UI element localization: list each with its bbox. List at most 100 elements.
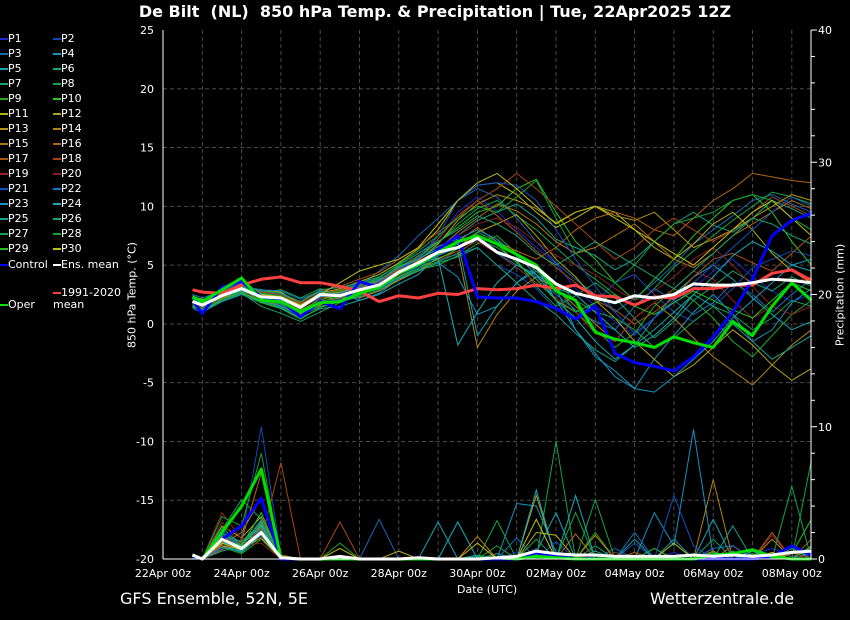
legend-label: P15 <box>8 137 29 150</box>
legend-item-p8: P8 <box>53 78 75 90</box>
legend-item-p12: P12 <box>53 108 82 120</box>
legend-label: P26 <box>61 212 82 225</box>
precip-line-p14 <box>192 479 812 560</box>
legend-swatch <box>0 38 8 40</box>
legend-swatch <box>0 203 8 205</box>
legend-item-p29: P29 <box>0 243 29 255</box>
y-tick-label-left: 25 <box>140 24 154 37</box>
legend-swatch <box>53 128 61 130</box>
legend-label: P16 <box>61 137 82 150</box>
y-tick-label-left: 20 <box>140 83 154 96</box>
precip-line-p19 <box>192 511 812 560</box>
y-tick-label-right: 20 <box>818 289 832 302</box>
legend-label: P10 <box>61 92 82 105</box>
legend-swatch <box>0 143 8 145</box>
legend-swatch <box>53 173 61 175</box>
y-tick-label-left: -15 <box>136 494 154 507</box>
legend-item-p16: P16 <box>53 138 82 150</box>
legend-swatch <box>53 203 61 205</box>
legend-label: P20 <box>61 167 82 180</box>
legend-item-p9: P9 <box>0 93 22 105</box>
legend-item-p11: P11 <box>0 108 29 120</box>
legend-item-ens-mean: Ens. mean <box>53 259 119 271</box>
precip-line-p28 <box>192 453 812 560</box>
y-axis-label-left: 850 hPa Temp. (°C) <box>125 242 139 348</box>
y-tick-label-right: 10 <box>818 421 832 434</box>
x-tick-label: 30Apr 00z <box>449 567 506 580</box>
x-tick-label: 02May 00z <box>526 567 586 580</box>
x-tick-label: 26Apr 00z <box>292 567 349 580</box>
site-credit: Wetterzentrale.de <box>650 589 795 608</box>
legend-label: P4 <box>61 47 75 60</box>
x-tick-label: 24Apr 00z <box>213 567 270 580</box>
legend-swatch <box>53 248 61 250</box>
legend-swatch <box>53 143 61 145</box>
legend-item-p10: P10 <box>53 93 82 105</box>
legend-item-p3: P3 <box>0 48 22 60</box>
precip-line-p3 <box>192 511 812 560</box>
legend-swatch <box>0 158 8 160</box>
legend-swatch <box>0 233 8 235</box>
legend-label: Control <box>8 258 48 271</box>
model-info: GFS Ensemble, 52N, 5E <box>120 589 308 608</box>
legend-label: P6 <box>61 62 75 75</box>
legend-label: P1 <box>8 32 22 45</box>
legend-item-p7: P7 <box>0 78 22 90</box>
legend-swatch <box>0 188 8 190</box>
legend-label: P22 <box>61 182 82 195</box>
x-tick-label: 08May 00z <box>762 567 822 580</box>
legend-swatch <box>0 304 8 306</box>
legend-swatch <box>0 98 8 100</box>
legend-item-p5: P5 <box>0 63 22 75</box>
legend-label: Ens. mean <box>61 258 119 271</box>
legend-swatch <box>0 128 8 130</box>
legend-swatch <box>53 38 61 40</box>
legend-swatch <box>53 218 61 220</box>
legend-label: P2 <box>61 32 75 45</box>
legend-item-p27: P27 <box>0 228 29 240</box>
legend-label: P13 <box>8 122 29 135</box>
legend-item-p26: P26 <box>53 213 82 225</box>
legend-swatch <box>53 113 61 115</box>
legend-label: P17 <box>8 152 29 165</box>
legend-item-p23: P23 <box>0 198 29 210</box>
legend-item-p28: P28 <box>53 228 82 240</box>
legend-swatch <box>53 188 61 190</box>
legend-label: P24 <box>61 197 82 210</box>
legend-label: Oper <box>8 298 35 311</box>
precip-line-p4 <box>192 429 812 560</box>
legend-swatch <box>53 292 61 294</box>
legend-swatch <box>0 173 8 175</box>
y-tick-label-right: 40 <box>818 24 832 37</box>
y-tick-label-right: 30 <box>818 156 832 169</box>
x-tick-label: 28Apr 00z <box>371 567 428 580</box>
legend-label: P8 <box>61 77 75 90</box>
legend-swatch <box>0 53 8 55</box>
legend-label: P18 <box>61 152 82 165</box>
precip-line-p2 <box>192 426 812 560</box>
legend-label: P25 <box>8 212 29 225</box>
legend-label: P14 <box>61 122 82 135</box>
y-tick-label-left: -10 <box>136 435 154 448</box>
y-tick-label-left: -5 <box>143 377 154 390</box>
legend-label: P9 <box>8 92 22 105</box>
legend-label: P7 <box>8 77 22 90</box>
legend-item-p21: P21 <box>0 183 29 195</box>
x-axis-label: Date (UTC) <box>457 583 518 596</box>
legend-item-p20: P20 <box>53 168 82 180</box>
legend-item-p19: P19 <box>0 168 29 180</box>
x-tick-label: 04May 00z <box>605 567 665 580</box>
legend-label: P23 <box>8 197 29 210</box>
legend-swatch <box>0 83 8 85</box>
legend-item-p4: P4 <box>53 48 75 60</box>
y-tick-label-right: 0 <box>818 553 825 566</box>
legend-item-p17: P17 <box>0 153 29 165</box>
precip-line-p29 <box>192 511 812 560</box>
legend-label: P28 <box>61 227 82 240</box>
y-axis-label-right: Precipitation (mm) <box>833 243 847 347</box>
precip-line-p12 <box>192 515 812 560</box>
legend-item-oper: Oper <box>0 299 35 311</box>
legend-item-p15: P15 <box>0 138 29 150</box>
legend-swatch <box>53 68 61 70</box>
legend-label: P30 <box>61 242 82 255</box>
